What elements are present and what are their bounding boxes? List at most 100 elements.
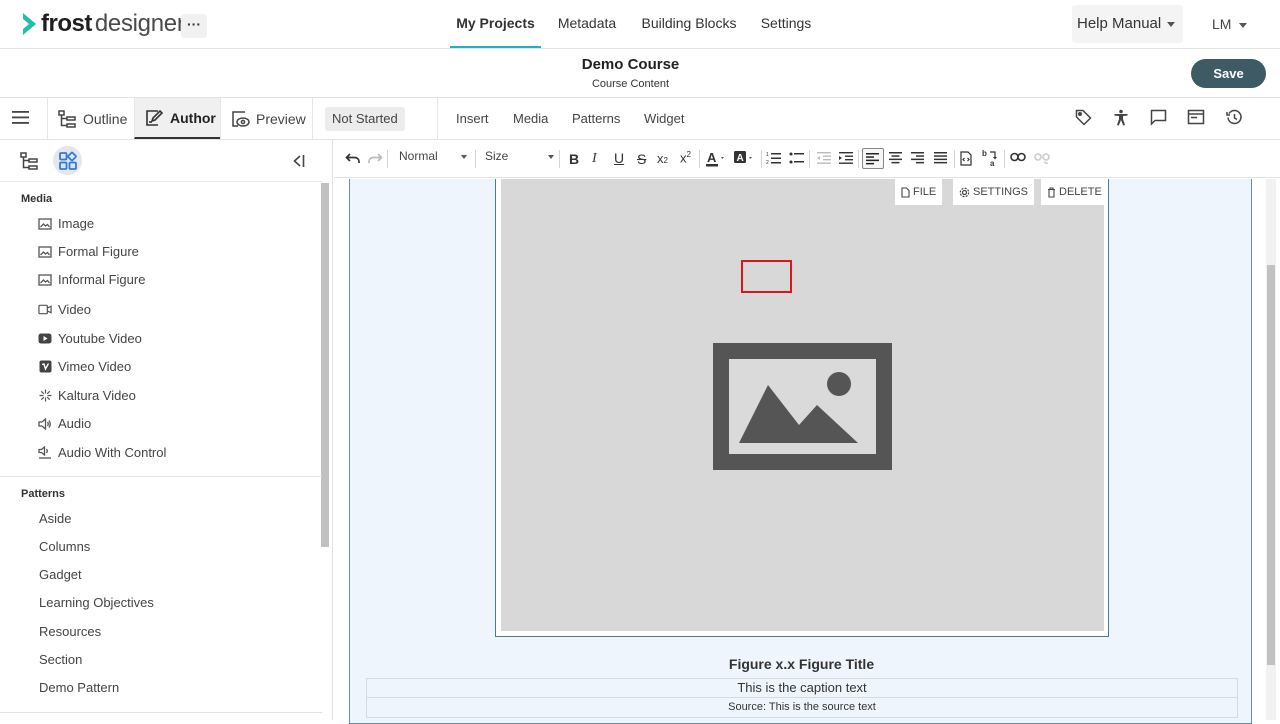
sidebar-item-video[interactable]: Video	[38, 302, 91, 317]
find-replace-icon[interactable]: ba	[982, 149, 998, 167]
rich-text-toolbar: Normal Size B I U S x2 x2 A A 12 b a	[334, 140, 1280, 178]
sidebar-item-resources[interactable]: Resources	[39, 624, 101, 639]
outdent-icon[interactable]	[816, 151, 832, 165]
divider	[387, 150, 388, 168]
file-label: FILE	[913, 186, 937, 198]
audio-control-icon	[38, 446, 52, 459]
strikethrough-icon[interactable]: S	[637, 151, 646, 167]
outline-label: Outline	[83, 110, 128, 127]
figure-image-placeholder[interactable]	[501, 179, 1104, 631]
more-options-button[interactable]: ···	[181, 14, 207, 38]
sidebar-item-label: Image	[58, 216, 95, 231]
trash-icon	[1048, 186, 1055, 198]
formal-figure-block[interactable]: FILE SETTINGS DELETE Figure x.x Figure T…	[349, 179, 1252, 724]
align-left-icon[interactable]	[862, 148, 884, 169]
figure-source[interactable]: Source: This is the source text	[366, 698, 1238, 718]
undo-icon[interactable]	[345, 151, 361, 165]
frost-designer-logo[interactable]: frost designer	[21, 10, 185, 38]
logo-text-bold: frost	[41, 10, 92, 37]
help-manual-label: Help Manual	[1077, 15, 1162, 32]
status-badge[interactable]: Not Started	[325, 107, 405, 131]
sidebar-item-youtube-video[interactable]: Youtube Video	[38, 331, 142, 346]
sidebar-item-image[interactable]: Image	[38, 216, 94, 231]
sidebar-item-learning-objectives[interactable]: Learning Objectives	[39, 595, 154, 610]
hamburger-menu-icon[interactable]	[12, 110, 29, 125]
delete-button[interactable]: DELETE	[1041, 179, 1108, 205]
sidebar-item-vimeo-video[interactable]: Vimeo Video	[38, 359, 131, 374]
ordered-list-icon[interactable]: 12	[766, 151, 782, 165]
history-icon[interactable]	[1226, 109, 1243, 126]
highlight-box	[741, 260, 792, 293]
subscript-icon[interactable]: x2	[657, 151, 668, 166]
course-subtitle: Course Content	[591, 78, 670, 90]
media-heading: Media	[21, 193, 53, 205]
align-center-icon[interactable]	[889, 152, 903, 164]
image-icon	[38, 217, 52, 230]
figure-frame: FILE SETTINGS DELETE	[495, 179, 1109, 637]
file-icon	[901, 186, 910, 198]
sidebar-item-section[interactable]: Section	[39, 652, 82, 667]
user-menu[interactable]: LM	[1212, 16, 1248, 32]
tree-view-icon[interactable]	[19, 151, 39, 171]
sidebar-item-aside[interactable]: Aside	[39, 511, 72, 526]
unlink-icon[interactable]	[1034, 152, 1050, 164]
save-button[interactable]: Save	[1191, 59, 1266, 88]
sidebar-item-audio-with-control[interactable]: Audio With Control	[38, 445, 166, 460]
tab-preview[interactable]: Preview	[220, 98, 312, 139]
editor-canvas[interactable]: FILE SETTINGS DELETE Figure x.x Figure T…	[334, 179, 1280, 724]
canvas-scrollbar[interactable]	[1267, 265, 1275, 665]
accessibility-icon[interactable]	[1113, 109, 1129, 126]
logo-text-light: designer	[94, 10, 185, 37]
collapse-sidebar-icon[interactable]	[291, 154, 305, 168]
menu-patterns[interactable]: Patterns	[572, 111, 620, 126]
kaltura-icon	[38, 389, 52, 402]
figure-caption[interactable]: This is the caption text	[366, 678, 1238, 698]
menu-widget[interactable]: Widget	[644, 111, 684, 126]
link-icon[interactable]	[1010, 152, 1026, 162]
menu-insert[interactable]: Insert	[456, 111, 489, 126]
tab-author[interactable]: Author	[134, 98, 220, 139]
sidebar-item-informal-figure[interactable]: Informal Figure	[38, 272, 145, 287]
bullet-list-icon[interactable]	[789, 151, 805, 165]
highlight-color-icon[interactable]: A	[734, 150, 756, 167]
sidebar-item-demo-pattern[interactable]: Demo Pattern	[39, 680, 119, 695]
sidebar-item-gadget[interactable]: Gadget	[39, 567, 82, 582]
tag-icon[interactable]	[1075, 109, 1092, 126]
sidebar-item-audio[interactable]: Audio	[38, 416, 91, 431]
source-code-icon[interactable]	[960, 151, 972, 166]
figure-title[interactable]: Figure x.x Figure Title	[350, 656, 1253, 672]
delete-label: DELETE	[1059, 186, 1102, 198]
sidebar-item-columns[interactable]: Columns	[39, 539, 90, 554]
format-select[interactable]: Normal	[399, 149, 467, 163]
tab-building-blocks[interactable]: Building Blocks	[638, 0, 740, 48]
author-label: Author	[170, 109, 216, 126]
align-justify-icon[interactable]	[934, 152, 948, 164]
sidebar-scrollbar[interactable]	[321, 183, 329, 547]
sidebar-item-kaltura-video[interactable]: Kaltura Video	[38, 388, 136, 403]
bold-icon[interactable]: B	[569, 151, 579, 167]
file-button[interactable]: FILE	[895, 179, 943, 205]
blocks-view-button[interactable]	[53, 146, 82, 175]
underline-icon[interactable]: U	[614, 150, 624, 166]
tab-outline[interactable]: Outline	[47, 98, 134, 139]
settings-button[interactable]: SETTINGS	[953, 179, 1035, 205]
media-library-icon[interactable]	[1187, 109, 1205, 126]
align-right-icon[interactable]	[911, 152, 925, 164]
comment-icon[interactable]	[1150, 109, 1167, 126]
divider	[699, 150, 700, 168]
tab-my-projects[interactable]: My Projects	[450, 0, 541, 48]
help-manual-dropdown[interactable]: Help Manual	[1072, 5, 1183, 43]
menu-media[interactable]: Media	[513, 111, 548, 126]
indent-icon[interactable]	[838, 151, 854, 165]
sidebar-header	[0, 140, 322, 182]
tab-metadata[interactable]: Metadata	[553, 0, 621, 48]
sidebar-item-formal-figure[interactable]: Formal Figure	[38, 244, 139, 259]
size-select[interactable]: Size	[485, 149, 554, 163]
divider	[809, 150, 810, 168]
superscript-icon[interactable]: x2	[680, 150, 691, 165]
italic-icon[interactable]: I	[592, 151, 597, 167]
tab-settings[interactable]: Settings	[756, 0, 816, 48]
user-initials: LM	[1212, 16, 1232, 32]
redo-icon[interactable]	[367, 151, 383, 165]
text-color-icon[interactable]: A	[706, 150, 728, 167]
